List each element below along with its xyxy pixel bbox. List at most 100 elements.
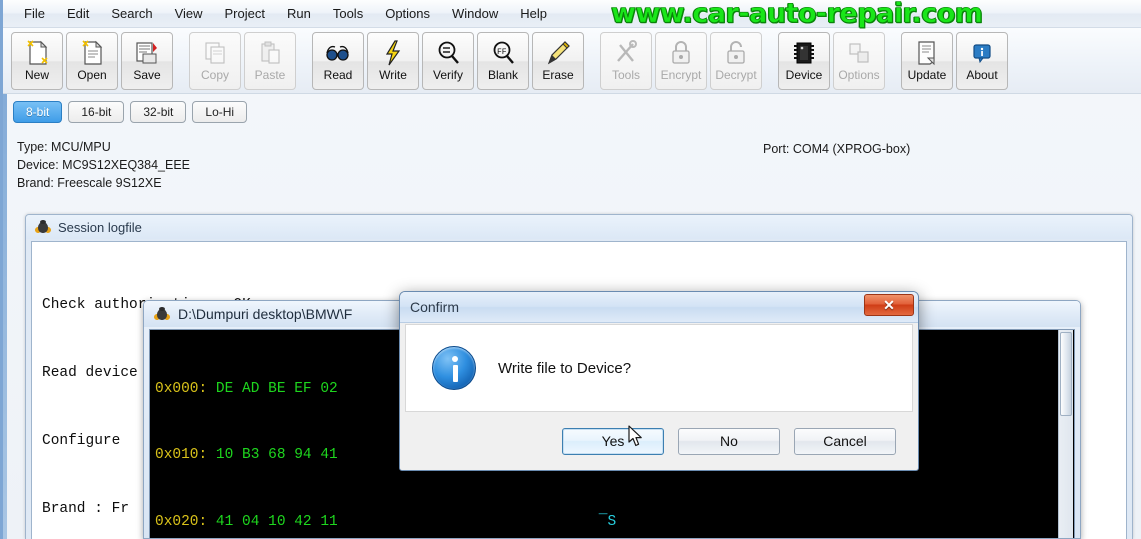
about-info-icon (969, 38, 995, 68)
confirm-dialog-buttons: Yes No Cancel (400, 412, 918, 470)
device-brand-line: Brand: Freescale 9S12XE (17, 176, 162, 190)
open-button[interactable]: Open (66, 31, 118, 90)
update-document-icon (914, 38, 940, 68)
erase-button-label: Erase (542, 67, 574, 82)
bug-icon (34, 219, 52, 234)
toolbar-group-clipboard: Copy Paste (189, 31, 296, 90)
xprog-application-window: File Edit Search View Project Run Tools … (0, 0, 1141, 539)
blank-magnifier-icon: FF (490, 38, 516, 68)
menu-item-options[interactable]: Options (374, 3, 441, 24)
verify-button[interactable]: Verify (422, 31, 474, 90)
verify-button-label: Verify (432, 67, 463, 82)
toolbar-group-operations: Read Write Verify FF Blank Erase (312, 31, 584, 90)
mode-32bit-button[interactable]: 32-bit (130, 101, 187, 123)
write-button[interactable]: Write (367, 31, 419, 90)
menu-item-help[interactable]: Help (509, 3, 558, 24)
hex-offset: 0x010: (155, 447, 208, 464)
confirm-dialog-title: Confirm (410, 299, 460, 315)
session-logfile-title-text: Session logfile (58, 219, 142, 235)
about-button-label: About (966, 67, 998, 82)
main-toolbar: New Open Save Copy Paste Read Write Veri… (3, 28, 1141, 94)
hex-bytes: DE AD BE EF 02 (215, 380, 338, 397)
svg-text:FF: FF (497, 48, 507, 57)
open-file-icon (79, 38, 105, 68)
new-file-icon (24, 38, 50, 68)
menu-item-view[interactable]: View (164, 3, 214, 24)
encrypt-button[interactable]: Encrypt (655, 31, 707, 90)
close-icon[interactable]: ✕ (864, 294, 914, 316)
save-file-icon (134, 38, 160, 68)
decrypt-button-label: Decrypt (715, 67, 757, 82)
menu-item-edit[interactable]: Edit (56, 3, 100, 24)
encrypt-button-label: Encrypt (660, 67, 702, 82)
menu-item-file[interactable]: File (13, 3, 56, 24)
confirm-dialog-titlebar[interactable]: Confirm ✕ (400, 292, 918, 323)
confirm-dialog-content: Write file to Device? (405, 324, 913, 412)
bit-mode-bar: 8-bit 16-bit 32-bit Lo-Hi (3, 96, 1141, 128)
save-button-label: Save (133, 67, 161, 82)
menu-item-tools[interactable]: Tools (322, 3, 374, 24)
toolbar-group-file: New Open Save (11, 31, 173, 90)
verify-magnifier-icon (435, 38, 461, 68)
paste-button-label: Paste (254, 67, 286, 82)
read-glasses-icon (324, 38, 352, 68)
cancel-button[interactable]: Cancel (794, 427, 896, 455)
erase-pencil-icon (545, 38, 571, 68)
toolbar-group-misc: Update About (901, 31, 1008, 90)
menu-item-window[interactable]: Window (441, 3, 509, 24)
hex-bytes: 41 04 10 42 11 (215, 514, 338, 531)
new-button[interactable]: New (11, 31, 63, 90)
read-button-label: Read (323, 67, 353, 82)
mode-16bit-button[interactable]: 16-bit (68, 101, 125, 123)
copy-button[interactable]: Copy (189, 31, 241, 90)
copy-button-label: Copy (200, 67, 229, 82)
hex-row: 0x020: 41 04 10 42 11 ¯S (155, 511, 1074, 533)
device-type-line: Type: MCU/MPU (17, 140, 111, 154)
site-watermark: www.car-auto-repair.com (611, 0, 984, 29)
tools-button[interactable]: Tools (600, 31, 652, 90)
blank-button-label: Blank (487, 67, 519, 82)
hex-offset: 0x000: (155, 380, 208, 397)
confirm-dialog: Confirm ✕ Write file to Device? Yes No C… (399, 291, 919, 471)
session-logfile-titlebar[interactable]: Session logfile (26, 215, 1132, 239)
menu-item-project[interactable]: Project (214, 3, 276, 24)
confirm-dialog-message: Write file to Device? (498, 359, 632, 377)
options-puzzle-icon (846, 38, 872, 68)
hex-scrollbar-thumb[interactable] (1060, 332, 1072, 416)
hex-editor-title-text: D:\Dumpuri desktop\BMW\F (178, 306, 353, 322)
decrypt-button[interactable]: Decrypt (710, 31, 762, 90)
bug-icon (153, 306, 171, 321)
write-button-label: Write (379, 67, 407, 82)
new-button-label: New (24, 67, 49, 82)
device-name-line: Device: MC9S12XEQ384_EEE (17, 158, 191, 172)
update-button[interactable]: Update (901, 31, 953, 90)
paste-button[interactable]: Paste (244, 31, 296, 90)
lock-closed-icon (669, 38, 693, 68)
info-icon (432, 346, 476, 390)
mode-8bit-button[interactable]: 8-bit (13, 101, 63, 123)
toolbar-group-device: Device Options (778, 31, 885, 90)
options-button[interactable]: Options (833, 31, 885, 90)
menu-item-run[interactable]: Run (276, 3, 322, 24)
tools-button-label: Tools (611, 67, 640, 82)
menu-item-search[interactable]: Search (100, 3, 163, 24)
save-button[interactable]: Save (121, 31, 173, 90)
tools-icon (613, 38, 639, 68)
erase-button[interactable]: Erase (532, 31, 584, 90)
port-status-label: Port: COM4 (XPROG-box) (763, 142, 911, 156)
open-button-label: Open (77, 67, 107, 82)
yes-button[interactable]: Yes (562, 427, 664, 455)
mode-lohi-button[interactable]: Lo-Hi (192, 101, 248, 123)
device-info-panel: Type: MCU/MPU Device: MC9S12XEQ384_EEE B… (3, 130, 1141, 206)
lock-open-icon (724, 38, 748, 68)
device-button[interactable]: Device (778, 31, 830, 90)
hex-bytes: 10 B3 68 94 41 (215, 447, 338, 464)
chip-icon (791, 38, 817, 68)
hex-editor-scrollbar[interactable] (1058, 330, 1073, 538)
read-button[interactable]: Read (312, 31, 364, 90)
blank-button[interactable]: FF Blank (477, 31, 529, 90)
hex-offset: 0x020: (155, 514, 208, 531)
about-button[interactable]: About (956, 31, 1008, 90)
options-button-label: Options (838, 67, 880, 82)
no-button[interactable]: No (678, 427, 780, 455)
